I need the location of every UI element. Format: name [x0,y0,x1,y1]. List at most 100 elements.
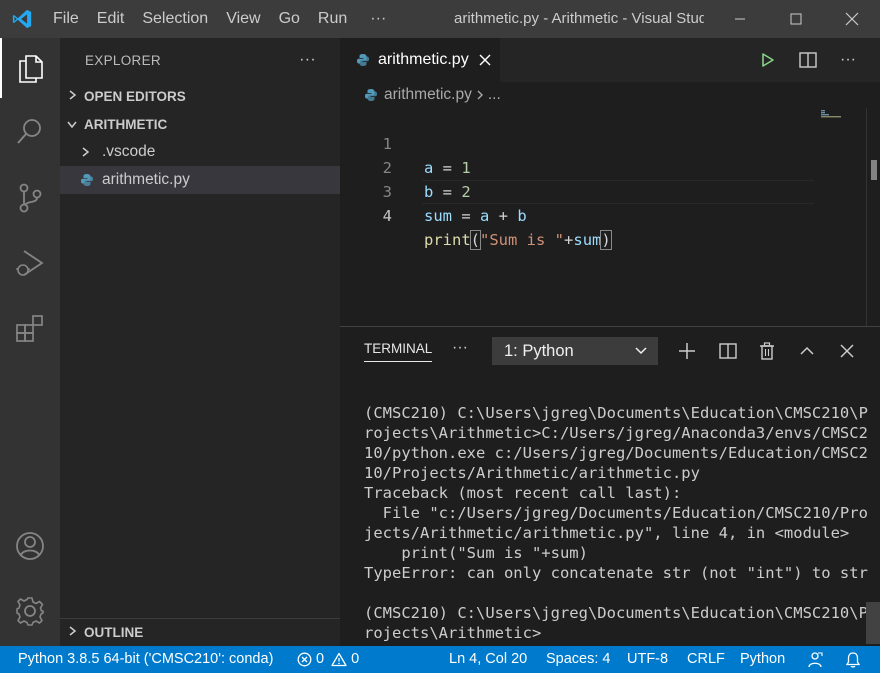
code-token: b [517,207,527,225]
run-python-file-button[interactable] [748,38,788,82]
tree-item-arithmetic-py[interactable]: arithmetic.py [60,166,340,194]
open-editors-label: OPEN EDITORS [84,88,186,104]
terminal-scrollbar-thumb[interactable] [866,602,880,644]
folder-section[interactable]: ARITHMETIC [60,110,340,138]
code-token: a [480,207,490,225]
chevron-down-icon [634,346,648,356]
code-line: 4 print("Sum is "+sum) [340,180,880,250]
settings-gear-icon[interactable] [0,581,60,641]
accounts-icon[interactable] [0,516,60,576]
maximize-button[interactable] [768,0,824,38]
explorer-sidebar: EXPLORER ··· OPEN EDITORS ARITHMETIC .vs… [60,38,340,646]
error-count: 0 [316,651,325,667]
tab-terminal[interactable]: TERMINAL [364,341,433,362]
editor-scrollbar[interactable] [866,108,880,326]
trash-icon[interactable] [752,337,782,365]
code-token: + [564,231,574,249]
code-line: 1 a = 1 [340,108,880,177]
eol-status[interactable]: CRLF [687,646,725,673]
code-token: ( [469,230,482,250]
title-bar: File Edit Selection View Go Run ··· arit… [0,0,880,38]
indentation-status[interactable]: Spaces: 4 [546,646,611,673]
split-editor-button[interactable] [788,38,828,82]
vscode-logo-icon [0,0,44,38]
scrollbar-cursor-marker [871,160,877,180]
panel-more-button[interactable]: ··· [452,339,468,357]
explorer-icon[interactable] [0,38,60,98]
new-terminal-button[interactable] [672,337,702,365]
menu-run[interactable]: Run [309,0,356,38]
close-tab-icon[interactable] [479,50,491,71]
close-window-button[interactable] [824,0,880,38]
code-token: = [452,207,480,225]
code-line: 2 b = 2 [340,132,880,201]
warning-icon [331,652,347,667]
outline-label: OUTLINE [84,625,144,640]
maximize-panel-chevron-up-icon[interactable] [792,337,822,365]
menu-selection[interactable]: Selection [133,0,217,38]
window-title: arithmetic.py - Arithmetic - Visual Stud… [454,10,704,27]
code-token: + [489,207,518,225]
split-terminal-button[interactable] [713,337,743,365]
terminal-selector[interactable]: 1: Python [492,337,658,365]
search-icon[interactable] [0,101,60,161]
error-icon [297,652,312,667]
sidebar-header: EXPLORER ··· [60,38,340,82]
open-editors-section[interactable]: OPEN EDITORS [60,82,340,110]
minimap[interactable] [820,108,866,326]
breadcrumb-file[interactable]: arithmetic.py [384,86,472,104]
code-token: print [424,231,471,249]
feedback-icon[interactable] [806,646,824,673]
menu-edit[interactable]: Edit [88,0,134,38]
python-interpreter-status[interactable]: Python 3.8.5 64-bit ('CMSC210': conda) [18,646,273,673]
chevron-right-icon [60,89,84,104]
tab-arithmetic-py[interactable]: arithmetic.py [340,38,500,82]
extensions-icon[interactable] [0,298,60,358]
tree-item-label: .vscode [102,143,156,160]
menu-more[interactable]: ··· [356,0,395,38]
tree-item-vscode[interactable]: .vscode [60,138,340,166]
warning-count: 0 [351,651,360,667]
line-number: 4 [382,207,392,225]
source-control-icon[interactable] [0,168,60,228]
code-token: "Sum is " [480,231,565,249]
chevron-right-icon [476,89,484,101]
sidebar-title: EXPLORER [85,52,161,68]
problems-status[interactable]: 0 0 [297,646,359,673]
python-file-icon [80,173,102,187]
python-file-icon [364,88,378,102]
run-debug-icon[interactable] [0,233,60,293]
editor-tab-bar: arithmetic.py ··· [340,38,880,82]
terminal-selector-value: 1: Python [504,341,574,360]
chevron-right-icon [60,625,84,640]
python-file-icon [356,53,370,67]
notifications-bell-icon[interactable] [845,646,861,673]
status-bar: Python 3.8.5 64-bit ('CMSC210': conda) 0… [0,646,880,673]
terminal-panel: TERMINAL ··· 1: Python (CMSC210) C:\User… [340,326,880,646]
activity-bar [0,38,60,646]
panel-header: TERMINAL ··· 1: Python [340,327,880,375]
close-panel-icon[interactable] [832,337,862,365]
code-token: sum [424,207,452,225]
terminal-output[interactable]: (CMSC210) C:\Users\jgreg\Documents\Educa… [364,403,868,643]
encoding-status[interactable]: UTF-8 [627,646,668,673]
chevron-down-icon [60,117,84,132]
breadcrumb: arithmetic.py ... [340,82,880,108]
breadcrumb-symbols[interactable]: ... [488,86,501,104]
menu-file[interactable]: File [44,0,88,38]
chevron-right-icon [80,146,102,158]
code-editor[interactable]: 1 a = 1 2 b = 2 3 sum = a + b 4 print("S… [340,108,880,326]
menu-view[interactable]: View [217,0,269,38]
folder-label: ARITHMETIC [84,116,168,132]
minimize-button[interactable] [712,0,768,38]
code-line: 3 sum = a + b [340,156,880,225]
menu-go[interactable]: Go [270,0,309,38]
cursor-position-status[interactable]: Ln 4, Col 20 [449,646,527,673]
language-mode-status[interactable]: Python [740,646,785,673]
editor-more-button[interactable]: ··· [828,38,868,82]
code-token: sum [573,231,602,249]
tab-label: arithmetic.py [378,51,469,68]
code-token: ) [600,230,612,250]
sidebar-more-button[interactable]: ··· [299,51,316,69]
outline-section[interactable]: OUTLINE [60,618,340,646]
